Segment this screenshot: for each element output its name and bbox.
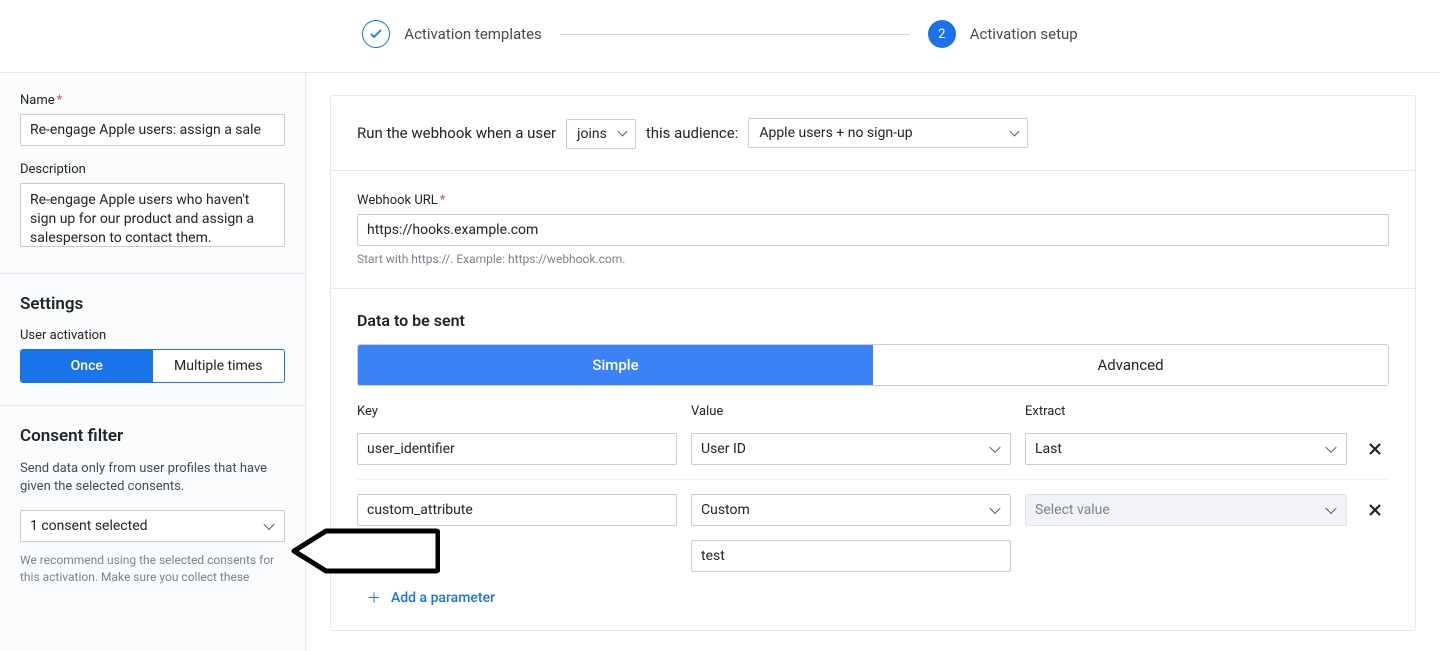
run-line: Run the webhook when a user joins this a… xyxy=(357,118,1389,148)
step-label: Activation setup xyxy=(970,25,1078,43)
name-input[interactable] xyxy=(20,114,285,146)
tab-advanced[interactable]: Advanced xyxy=(873,345,1388,385)
settings-heading: Settings xyxy=(20,294,285,314)
params-grid: Key Value Extract User ID Last Custom Se… xyxy=(357,404,1389,572)
toggle-once[interactable]: Once xyxy=(21,350,153,382)
audience-select[interactable]: Apple users + no sign-up xyxy=(748,118,1028,148)
stepper: Activation templates 2 Activation setup xyxy=(0,0,1440,72)
webhook-url-label: Webhook URL* xyxy=(357,193,1389,208)
consent-select[interactable]: 1 consent selected xyxy=(20,510,285,542)
name-label: Name* xyxy=(20,93,285,108)
step-label: Activation templates xyxy=(404,25,541,43)
description-label: Description xyxy=(20,162,285,177)
run-prefix: Run the webhook when a user xyxy=(357,124,556,142)
description-input[interactable]: Re-engage Apple users who haven't sign u… xyxy=(20,183,285,247)
param-extract-select-disabled: Select value xyxy=(1025,494,1347,526)
arrow-callout-icon xyxy=(290,527,440,579)
param-key-input[interactable] xyxy=(357,494,677,526)
config-card: Run the webhook when a user joins this a… xyxy=(330,95,1416,631)
step-activation-templates[interactable]: Activation templates xyxy=(362,20,541,48)
step-activation-setup[interactable]: 2 Activation setup xyxy=(928,20,1078,48)
run-mid: this audience: xyxy=(646,124,739,142)
consent-footnote: We recommend using the selected consents… xyxy=(20,552,285,586)
param-custom-value-input[interactable] xyxy=(691,540,1011,572)
webhook-url-input[interactable] xyxy=(357,214,1389,246)
tab-simple[interactable]: Simple xyxy=(358,345,873,385)
step-number-icon: 2 xyxy=(928,20,956,48)
consent-heading: Consent filter xyxy=(20,426,285,446)
plus-icon: ＋ xyxy=(367,588,381,608)
webhook-hint: Start with https://. Example: https://we… xyxy=(357,252,1389,266)
data-tabs: Simple Advanced xyxy=(357,344,1389,386)
run-mode-select[interactable]: joins xyxy=(566,119,636,149)
main: Run the webhook when a user joins this a… xyxy=(306,73,1440,651)
remove-row-icon[interactable] xyxy=(1361,440,1389,459)
col-extract: Extract xyxy=(1025,404,1347,419)
sidebar: Name* Description Re-engage Apple users … xyxy=(0,73,306,651)
step-divider xyxy=(560,34,910,35)
check-icon xyxy=(362,20,390,48)
user-activation-label: User activation xyxy=(20,328,285,343)
param-extract-select[interactable]: Last xyxy=(1025,433,1347,465)
consent-help: Send data only from user profiles that h… xyxy=(20,460,285,496)
toggle-multiple[interactable]: Multiple times xyxy=(153,350,285,382)
data-to-send-heading: Data to be sent xyxy=(357,311,1389,330)
param-value-select[interactable]: Custom xyxy=(691,494,1011,526)
param-value-select[interactable]: User ID xyxy=(691,433,1011,465)
col-value: Value xyxy=(691,404,1011,419)
col-key: Key xyxy=(357,404,677,419)
param-key-input[interactable] xyxy=(357,433,677,465)
user-activation-toggle: Once Multiple times xyxy=(20,349,285,383)
remove-row-icon[interactable] xyxy=(1361,501,1389,520)
